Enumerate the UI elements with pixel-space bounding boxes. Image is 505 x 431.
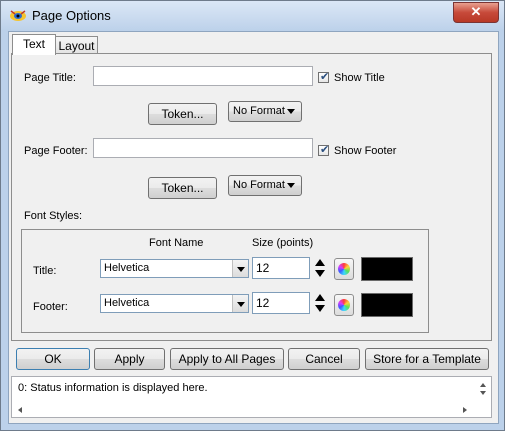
- footer-color-picker-button[interactable]: [334, 294, 354, 316]
- title-font-select[interactable]: Helvetica: [100, 259, 249, 278]
- ok-button[interactable]: OK: [16, 348, 90, 370]
- title-token-button[interactable]: Token...: [148, 103, 217, 125]
- color-wheel-icon: [338, 299, 350, 311]
- cancel-button[interactable]: Cancel: [288, 348, 360, 370]
- page-footer-input[interactable]: [93, 138, 313, 158]
- show-footer-checkbox[interactable]: ✔: [318, 144, 329, 156]
- footer-format-select[interactable]: No Format: [228, 175, 302, 196]
- scroll-left-icon[interactable]: [18, 407, 22, 413]
- title-font-value: Helvetica: [104, 262, 150, 274]
- scroll-up-icon[interactable]: [480, 383, 486, 387]
- spinner-down-icon[interactable]: [315, 270, 325, 277]
- spinner-up-icon[interactable]: [315, 294, 325, 301]
- footer-font-select[interactable]: Helvetica: [100, 294, 249, 313]
- apply-button[interactable]: Apply: [94, 348, 165, 370]
- font-styles-group: [21, 229, 429, 333]
- footer-size-spinner[interactable]: [313, 292, 327, 314]
- title-bar[interactable]: Page Options ✕: [1, 1, 504, 31]
- font-name-header: Font Name: [149, 237, 204, 249]
- close-button[interactable]: ✕: [453, 2, 499, 23]
- footer-token-button[interactable]: Token...: [148, 177, 217, 199]
- title-format-value: No Format: [233, 105, 285, 117]
- app-logo-icon: [10, 10, 26, 21]
- scroll-down-icon[interactable]: [480, 391, 486, 395]
- page-title-label: Page Title:: [24, 72, 76, 84]
- title-font-row-label: Title:: [33, 265, 57, 277]
- page-title-input[interactable]: [93, 66, 313, 86]
- show-footer-label: Show Footer: [334, 145, 397, 157]
- chevron-down-icon: [287, 109, 295, 114]
- title-format-select[interactable]: No Format: [228, 101, 302, 122]
- tab-text[interactable]: Text: [12, 34, 56, 55]
- show-title-checkbox[interactable]: ✔: [318, 71, 329, 83]
- scroll-right-icon[interactable]: [463, 407, 467, 413]
- footer-font-value: Helvetica: [104, 297, 150, 309]
- window-title: Page Options: [32, 8, 111, 23]
- footer-format-value: No Format: [233, 179, 285, 191]
- title-size-input[interactable]: 12: [252, 257, 310, 279]
- horizontal-scrollbar[interactable]: [12, 403, 475, 417]
- title-color-swatch[interactable]: [361, 257, 413, 281]
- title-color-picker-button[interactable]: [334, 258, 354, 280]
- size-header: Size (points): [252, 237, 314, 249]
- color-wheel-icon: [338, 263, 350, 275]
- font-styles-label: Font Styles:: [24, 210, 83, 222]
- page-footer-label: Page Footer:: [24, 145, 88, 157]
- apply-all-pages-button[interactable]: Apply to All Pages: [170, 348, 284, 370]
- title-size-spinner[interactable]: [313, 257, 327, 279]
- footer-color-swatch[interactable]: [361, 293, 413, 317]
- status-text: 0: Status information is displayed here.: [18, 382, 208, 394]
- spinner-up-icon[interactable]: [315, 259, 325, 266]
- spinner-down-icon[interactable]: [315, 305, 325, 312]
- chevron-down-icon: [237, 267, 245, 272]
- chevron-down-icon: [287, 183, 295, 188]
- footer-font-row-label: Footer:: [33, 301, 68, 313]
- chevron-down-icon: [237, 302, 245, 307]
- status-box: 0: Status information is displayed here.: [11, 376, 492, 418]
- store-template-button[interactable]: Store for a Template: [365, 348, 489, 370]
- show-title-label: Show Title: [334, 72, 385, 84]
- vertical-scrollbar[interactable]: [475, 377, 491, 401]
- footer-size-input[interactable]: 12: [252, 292, 310, 314]
